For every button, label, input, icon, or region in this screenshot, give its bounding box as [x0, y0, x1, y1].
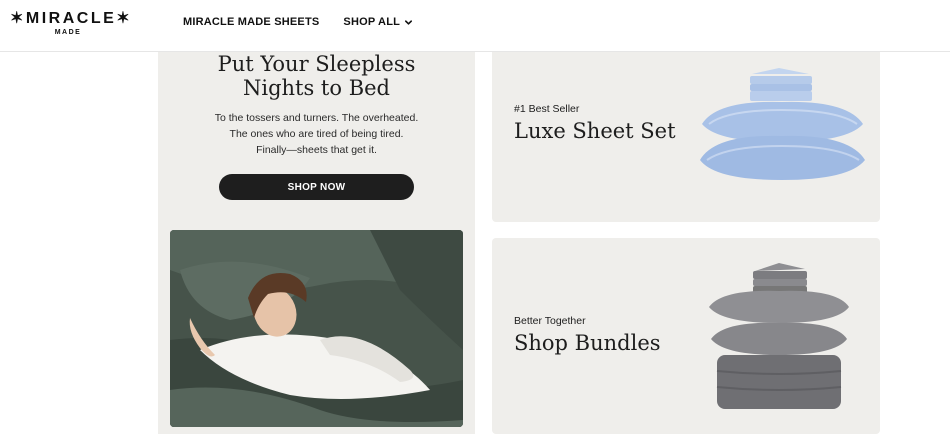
hero-title: Put Your Sleepless Nights to Bed: [158, 52, 475, 100]
brand-logo[interactable]: ✶MIRACLE✶ MADE: [10, 10, 133, 40]
site-header: ✶MIRACLE✶ MADE MIRACLE MADE SHEETS SHOP …: [0, 0, 950, 52]
chevron-down-icon: [405, 19, 413, 25]
card-kicker: Better Together: [514, 315, 586, 327]
main-nav: MIRACLE MADE SHEETS SHOP ALL: [183, 16, 413, 28]
hero-title-line: Put Your Sleepless: [217, 52, 416, 76]
hero-description: To the tossers and turners. The overheat…: [158, 110, 475, 158]
logo-subtitle: MADE: [54, 29, 82, 36]
gray-bundle-image[interactable]: [707, 263, 857, 413]
sleeping-woman-image: [170, 230, 463, 427]
shop-now-button[interactable]: SHOP NOW: [219, 174, 414, 200]
nav-shop-all[interactable]: SHOP ALL: [343, 16, 413, 28]
card-kicker: #1 Best Seller: [514, 103, 580, 115]
shop-bundles-card[interactable]: Better Together Shop Bundles: [492, 238, 880, 434]
nav-miracle-made-sheets[interactable]: MIRACLE MADE SHEETS: [183, 16, 319, 28]
logo-wordmark: ✶MIRACLE✶: [10, 10, 133, 27]
hero-title-line: Nights to Bed: [242, 76, 390, 100]
nav-label: MIRACLE MADE SHEETS: [183, 16, 320, 28]
blue-sheet-set-image[interactable]: [697, 66, 867, 182]
nav-label: SHOP ALL: [343, 16, 401, 28]
luxe-sheet-set-card[interactable]: #1 Best Seller Luxe Sheet Set: [492, 52, 880, 222]
card-title[interactable]: Luxe Sheet Set: [514, 119, 676, 143]
hero-text-line: Finally—sheets that get it.: [256, 144, 377, 156]
hero-photo-sleeping-woman[interactable]: [170, 230, 463, 427]
hero-panel: Put Your Sleepless Nights to Bed To the …: [158, 52, 475, 434]
hero-text-line: The ones who are tired of being tired.: [229, 128, 404, 140]
card-title[interactable]: Shop Bundles: [514, 331, 661, 355]
hero-text-line: To the tossers and turners. The overheat…: [214, 112, 419, 124]
